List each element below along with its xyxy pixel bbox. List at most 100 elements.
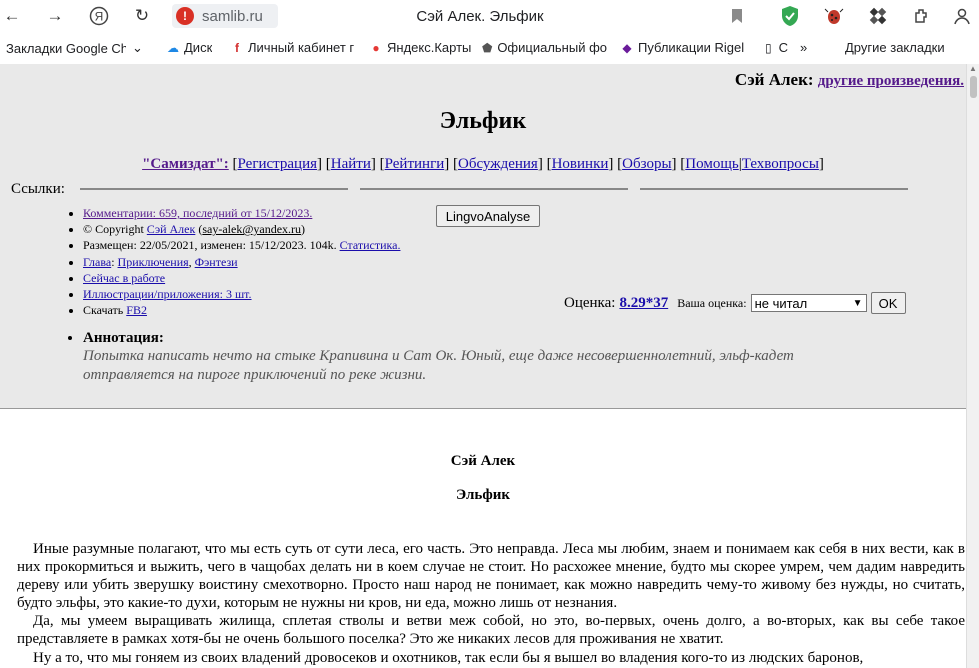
chevron-down-icon: ▼ xyxy=(852,297,863,309)
cloud-icon: ☁ xyxy=(167,40,179,55)
account-icon[interactable] xyxy=(950,5,974,27)
nav-find[interactable]: Найти xyxy=(331,156,371,172)
in-work-link[interactable]: Сейчас в работе xyxy=(83,271,165,285)
puzzle-extension-icon[interactable] xyxy=(866,5,890,27)
illustrations-link[interactable]: Иллюстрации/приложения: 3 шт. xyxy=(83,287,252,301)
download-label: Скачать xyxy=(83,303,127,318)
bookmark-label: Яндекс.Карты xyxy=(387,40,472,55)
paragraph: Иные разумные полагают, что мы есть суть… xyxy=(17,541,965,612)
lingvo-analyse-button[interactable]: LingvoAnalyse xyxy=(436,205,540,227)
warning-icon: ! xyxy=(176,7,194,25)
divider xyxy=(80,188,348,190)
links-label: Ссылки: xyxy=(11,181,65,197)
bookmark-rigel[interactable]: ◆ Публикации Rigel xyxy=(620,40,748,55)
bookmark-google[interactable]: Закладки Google Chr ⌄ xyxy=(6,40,146,56)
list-item: Иллюстрации/приложения: 3 шт. xyxy=(83,286,400,302)
f-logo-icon: f xyxy=(235,40,239,55)
other-bookmarks[interactable]: Другие закладки xyxy=(845,40,945,55)
scrollbar[interactable]: ▲ xyxy=(966,64,979,668)
bookmarks-bar: Закладки Google Chr ⌄ ☁ Диск f Личный ка… xyxy=(0,36,979,62)
bookmark-label: Публикации Rigel xyxy=(638,40,745,55)
genre-fantasy-link[interactable]: Фэнтези xyxy=(195,255,238,269)
list-item: Размещен: 22/05/2021, изменен: 15/12/202… xyxy=(83,237,400,253)
bookmark-page[interactable]: ▯ С xyxy=(762,40,788,55)
more-bookmarks-icon[interactable]: » xyxy=(800,40,807,55)
email-link[interactable]: say-alek@yandex.ru xyxy=(202,222,301,236)
shield-icon[interactable] xyxy=(778,5,802,27)
annotation: Аннотация: Попытка написать нечто на сты… xyxy=(68,330,873,385)
rating-label: Оценка: xyxy=(564,294,616,311)
list-item: Глава: Приключения, Фэнтези xyxy=(83,254,400,270)
work-info-list: Комментарии: 659, последний от 15/12/202… xyxy=(68,205,400,318)
work-text: Сэй Алек Эльфик Иные разумные полагают, … xyxy=(0,409,966,668)
rating-value-link[interactable]: 8.29*37 xyxy=(619,295,668,312)
nav-register[interactable]: Регистрация xyxy=(238,156,318,172)
samizdat-link[interactable]: "Самиздат": xyxy=(142,156,229,172)
bookmark-label: Личный кабинет г xyxy=(248,40,355,55)
nav-new[interactable]: Новинки xyxy=(552,156,609,172)
extensions-icon[interactable] xyxy=(910,5,934,27)
your-rating-label: Ваша оценка: xyxy=(677,295,747,310)
text-author: Сэй Алек xyxy=(450,453,516,469)
bookmark-label: Официальный фо xyxy=(497,40,607,55)
yandex-icon[interactable]: Я xyxy=(87,5,111,27)
annotation-text: Попытка написать нечто на стыке Крапивин… xyxy=(83,348,794,383)
list-item: Скачать FB2 xyxy=(83,302,400,318)
divider xyxy=(360,188,628,190)
svg-text:Я: Я xyxy=(95,10,104,24)
nav-help[interactable]: Помощь xyxy=(685,156,738,172)
chapter-link[interactable]: Глава xyxy=(83,255,111,269)
posted-text: Размещен: 22/05/2021, изменен: 15/12/202… xyxy=(83,238,340,253)
bookmark-cabinet[interactable]: f Личный кабинет г xyxy=(230,40,356,55)
page-icon: ▯ xyxy=(765,40,772,55)
bookmark-label: Закладки Google Chr xyxy=(6,40,126,56)
chevron-down-icon: ⌄ xyxy=(132,40,143,55)
bookmark-icon[interactable] xyxy=(725,5,749,27)
rating-selected-value: не читал xyxy=(754,295,808,311)
other-works-link[interactable]: другие произведения. xyxy=(818,73,964,89)
window-title: Сэй Алек. Эльфик xyxy=(416,8,544,25)
list-item: © Copyright Сэй Алек (say-alek@yandex.ru… xyxy=(83,221,400,237)
bookmark-maps[interactable]: ● Яндекс.Карты xyxy=(369,40,471,55)
browser-toolbar: ← → Я ↻ ! samlib.ru Сэй Алек. Эльфик xyxy=(0,0,979,33)
bookmark-label: Диск xyxy=(184,40,213,55)
emblem-icon: ⬟ xyxy=(481,40,493,55)
author-name: Сэй Алек: xyxy=(734,70,814,89)
page-content: Сэй Алек: другие произведения. Эльфик "С… xyxy=(0,64,966,668)
author-header: Сэй Алек: другие произведения. xyxy=(735,70,964,90)
fb2-link[interactable]: FB2 xyxy=(126,303,147,317)
bookmark-disk[interactable]: ☁ Диск xyxy=(166,40,212,55)
scroll-up-icon[interactable]: ▲ xyxy=(969,64,977,73)
site-nav: "Самиздат": [Регистрация] [Найти] [Рейти… xyxy=(142,156,824,172)
paragraph: Ну а то, что мы гоняем из своих владений… xyxy=(33,649,864,666)
rating-select[interactable]: не читал ▼ xyxy=(750,294,867,312)
bookmark-label: Другие закладки xyxy=(845,40,945,55)
reload-icon[interactable]: ↻ xyxy=(130,5,154,27)
scrollbar-thumb[interactable] xyxy=(970,76,977,98)
forward-icon[interactable]: → xyxy=(43,5,67,27)
nav-reviews[interactable]: Обзоры xyxy=(622,156,671,172)
author-link[interactable]: Сэй Алек xyxy=(147,222,196,236)
rating-ok-button[interactable]: OK xyxy=(870,292,906,314)
list-item: Аннотация: Попытка написать нечто на сты… xyxy=(83,330,873,385)
list-item: Сейчас в работе xyxy=(83,270,400,286)
comments-link[interactable]: Комментарии: 659, последний от 15/12/202… xyxy=(83,206,312,220)
bookmark-label: С xyxy=(778,40,788,55)
back-icon[interactable]: ← xyxy=(0,5,24,27)
genre-adventure-link[interactable]: Приключения xyxy=(118,255,189,269)
text-title: Эльфик xyxy=(456,487,510,503)
address-bar[interactable]: ! samlib.ru xyxy=(172,4,278,28)
nav-ratings[interactable]: Рейтинги xyxy=(385,156,445,172)
copyright-text: © Copyright xyxy=(83,222,147,237)
stats-link[interactable]: Статистика. xyxy=(340,238,401,252)
bookmark-official[interactable]: ⬟ Официальный фо xyxy=(481,40,607,55)
bug-extension-icon[interactable] xyxy=(822,5,846,27)
annotation-title: Аннотация: xyxy=(83,330,164,346)
rigel-icon: ◆ xyxy=(622,40,632,55)
nav-tech[interactable]: Техвопросы xyxy=(742,156,819,172)
text-body: Иные разумные полагают, что мы есть суть… xyxy=(17,540,965,667)
url-text: samlib.ru xyxy=(202,7,263,25)
rating-row: Оценка: 8.29*37 Ваша оценка: не читал ▼ … xyxy=(564,292,906,314)
paragraph: Да, мы умеем выращивать жилища, сплетая … xyxy=(17,613,965,648)
nav-discussions[interactable]: Обсуждения xyxy=(458,156,538,172)
